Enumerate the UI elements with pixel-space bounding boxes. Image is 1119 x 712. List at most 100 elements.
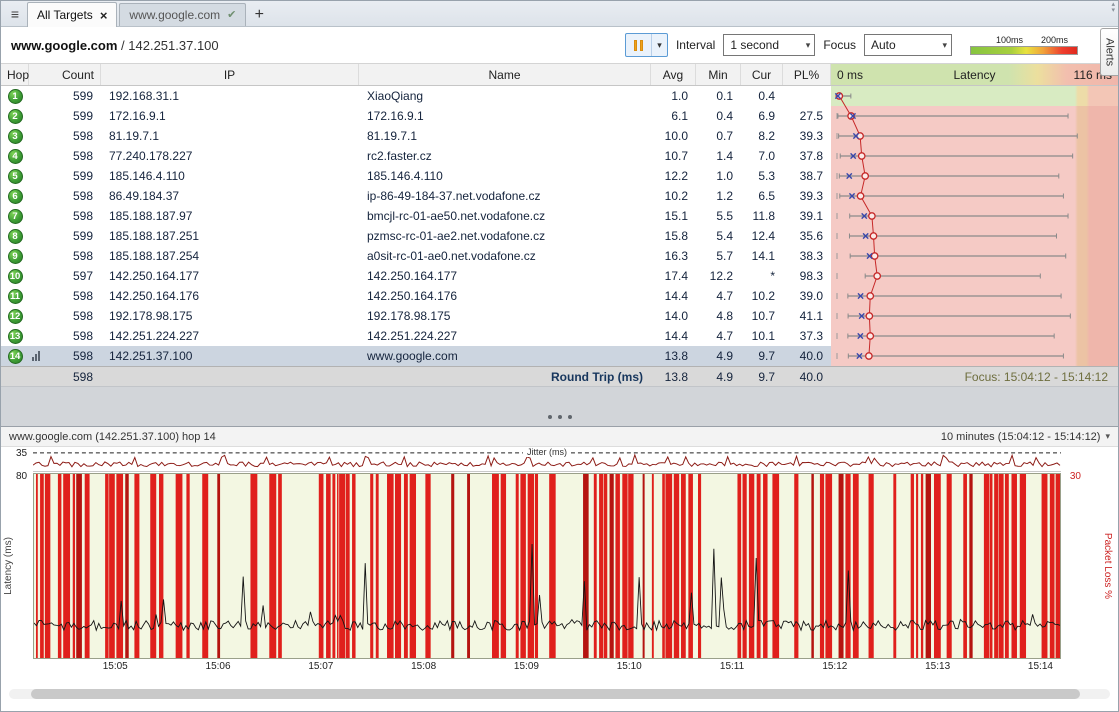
table-row-hop-6[interactable]: 659886.49.184.37ip-86-49-184-37.net.voda… bbox=[1, 186, 1118, 206]
jitter-graph: Jitter (ms) bbox=[33, 450, 1061, 472]
pause-button[interactable] bbox=[626, 34, 652, 56]
add-target-button[interactable]: + bbox=[248, 4, 270, 26]
timeline-scroll-track[interactable] bbox=[9, 689, 1110, 699]
latency-graph-cell bbox=[831, 86, 1118, 106]
name-cell: 172.16.9.1 bbox=[359, 106, 651, 126]
timeline-panel: www.google.com (142.251.37.100) hop 14 1… bbox=[1, 426, 1118, 699]
table-row-hop-4[interactable]: 459877.240.178.227rc2.faster.cz10.71.47.… bbox=[1, 146, 1118, 166]
jitter-strip: 35 Jitter (ms) bbox=[1, 447, 1118, 473]
col-pl[interactable]: PL% bbox=[783, 64, 831, 85]
min-cell: 5.4 bbox=[696, 226, 741, 246]
avg-cell: 1.0 bbox=[651, 86, 696, 106]
pl-cell: 98.3 bbox=[783, 266, 831, 286]
avg-cell: 17.4 bbox=[651, 266, 696, 286]
time-tick-label: 15:08 bbox=[411, 661, 436, 672]
splitter-handle[interactable] bbox=[536, 412, 584, 422]
table-row-hop-5[interactable]: 5599185.146.4.110185.146.4.11012.21.05.3… bbox=[1, 166, 1118, 186]
min-cell: 4.7 bbox=[696, 326, 741, 346]
summary-pl: 40.0 bbox=[783, 367, 831, 386]
summary-min: 4.9 bbox=[696, 367, 741, 386]
table-row-hop-10[interactable]: 10597142.250.164.177142.250.164.17717.41… bbox=[1, 266, 1118, 286]
tab-alerts[interactable]: Alerts bbox=[1100, 28, 1118, 76]
round-trip-label: Round Trip (ms) bbox=[359, 367, 651, 386]
avg-cell: 6.1 bbox=[651, 106, 696, 126]
latency-graph-cell bbox=[831, 326, 1118, 346]
tab-label: All Targets bbox=[37, 8, 93, 22]
latency-scale-legend: 100ms 200ms bbox=[970, 35, 1078, 55]
count-cell: 598 bbox=[29, 286, 101, 306]
table-row-hop-3[interactable]: 359881.19.7.181.19.7.110.00.78.239.3 bbox=[1, 126, 1118, 146]
tab-scroll-arrows[interactable]: ▴ ▾ bbox=[1111, 2, 1115, 14]
col-cur[interactable]: Cur bbox=[741, 64, 783, 85]
count-cell: 598 bbox=[29, 206, 101, 226]
pl-cell: 37.3 bbox=[783, 326, 831, 346]
scroll-down-icon[interactable]: ▾ bbox=[1111, 8, 1115, 14]
timeline-scrollbar[interactable] bbox=[31, 689, 1080, 699]
pl-cell: 38.3 bbox=[783, 246, 831, 266]
hop-badge: 4 bbox=[1, 146, 29, 166]
table-row-hop-9[interactable]: 9598185.188.187.254a0sit-rc-01-ae0.net.v… bbox=[1, 246, 1118, 266]
menu-icon[interactable]: ≡ bbox=[3, 2, 27, 26]
table-row-hop-11[interactable]: 11598142.250.164.176142.250.164.17614.44… bbox=[1, 286, 1118, 306]
cur-cell: 7.0 bbox=[741, 146, 783, 166]
tab-www-google-com[interactable]: www.google.com ✔ bbox=[119, 3, 246, 26]
target-header: www.google.com / 142.251.37.100 ▾ Interv… bbox=[1, 27, 1118, 64]
col-count[interactable]: Count bbox=[29, 64, 101, 85]
pl-cell: 39.3 bbox=[783, 186, 831, 206]
table-row-hop-14[interactable]: 14598142.251.37.100www.google.com13.84.9… bbox=[1, 346, 1118, 366]
close-icon[interactable]: × bbox=[100, 9, 108, 22]
col-avg[interactable]: Avg bbox=[651, 64, 696, 85]
jitter-title: Jitter (ms) bbox=[523, 447, 571, 457]
ip-cell: 142.251.224.227 bbox=[101, 326, 359, 346]
table-row-hop-2[interactable]: 2599172.16.9.1172.16.9.16.10.46.927.5 bbox=[1, 106, 1118, 126]
table-row-hop-13[interactable]: 13598142.251.224.227142.251.224.22714.44… bbox=[1, 326, 1118, 346]
time-range-select[interactable]: 10 minutes (15:04:12 - 15:14:12) ▾ bbox=[941, 431, 1110, 443]
avg-cell: 12.2 bbox=[651, 166, 696, 186]
min-cell: 4.7 bbox=[696, 286, 741, 306]
table-row-hop-8[interactable]: 8599185.188.187.251pzmsc-rc-01-ae2.net.v… bbox=[1, 226, 1118, 246]
tab-bar: ≡ All Targets × www.google.com ✔ + ▴ ▾ bbox=[1, 1, 1118, 27]
trace-controls: ▾ Interval 1 second ▾ Focus Auto ▾ 100ms… bbox=[625, 33, 1108, 57]
latency-graph-cell bbox=[831, 126, 1118, 146]
pl-cell: 27.5 bbox=[783, 106, 831, 126]
name-cell: 185.146.4.110 bbox=[359, 166, 651, 186]
focus-label: Focus bbox=[823, 38, 856, 52]
ip-cell: 185.188.187.97 bbox=[101, 206, 359, 226]
pause-dropdown[interactable]: ▾ bbox=[652, 34, 667, 56]
col-min[interactable]: Min bbox=[696, 64, 741, 85]
latency-graph-cell bbox=[831, 226, 1118, 246]
min-cell: 0.4 bbox=[696, 106, 741, 126]
latency-graph-cell bbox=[831, 146, 1118, 166]
tab-all-targets[interactable]: All Targets × bbox=[27, 2, 117, 27]
y-axis-right-title: Packet Loss % bbox=[1102, 533, 1113, 599]
count-cell: 598 bbox=[29, 306, 101, 326]
interval-select[interactable]: 1 second ▾ bbox=[723, 34, 815, 56]
name-cell: 142.251.224.227 bbox=[359, 326, 651, 346]
cur-cell: 5.3 bbox=[741, 166, 783, 186]
col-ip[interactable]: IP bbox=[101, 64, 359, 85]
table-row-hop-7[interactable]: 7598185.188.187.97bmcjl-rc-01-ae50.net.v… bbox=[1, 206, 1118, 226]
hop-badge: 8 bbox=[1, 226, 29, 246]
table-row-hop-12[interactable]: 12598192.178.98.175192.178.98.17514.04.8… bbox=[1, 306, 1118, 326]
ip-cell: 185.188.187.254 bbox=[101, 246, 359, 266]
name-cell: XiaoQiang bbox=[359, 86, 651, 106]
count-cell: 597 bbox=[29, 266, 101, 286]
time-tick-label: 15:06 bbox=[206, 661, 231, 672]
target-ip: 142.251.37.100 bbox=[128, 38, 218, 53]
latency-graph-cell bbox=[831, 166, 1118, 186]
col-name[interactable]: Name bbox=[359, 64, 651, 85]
time-tick-label: 15:13 bbox=[925, 661, 950, 672]
col-hop[interactable]: Hop bbox=[1, 64, 29, 85]
avg-cell: 10.2 bbox=[651, 186, 696, 206]
name-cell: 142.250.164.176 bbox=[359, 286, 651, 306]
table-row-hop-1[interactable]: 1599192.168.31.1XiaoQiang1.00.10.4 bbox=[1, 86, 1118, 106]
focus-select[interactable]: Auto ▾ bbox=[864, 34, 952, 56]
focus-range-text: Focus: 15:04:12 - 15:14:12 bbox=[831, 367, 1118, 386]
pause-icon bbox=[634, 40, 637, 51]
timeline-graph[interactable] bbox=[33, 473, 1061, 659]
ip-cell: 142.251.37.100 bbox=[101, 346, 359, 366]
avg-cell: 10.0 bbox=[651, 126, 696, 146]
hop-badge: 7 bbox=[1, 206, 29, 226]
round-trip-summary-row[interactable]: 598 Round Trip (ms) 13.8 4.9 9.7 40.0 Fo… bbox=[1, 366, 1118, 386]
col-latency[interactable]: 0 ms Latency 116 ms bbox=[831, 64, 1118, 85]
